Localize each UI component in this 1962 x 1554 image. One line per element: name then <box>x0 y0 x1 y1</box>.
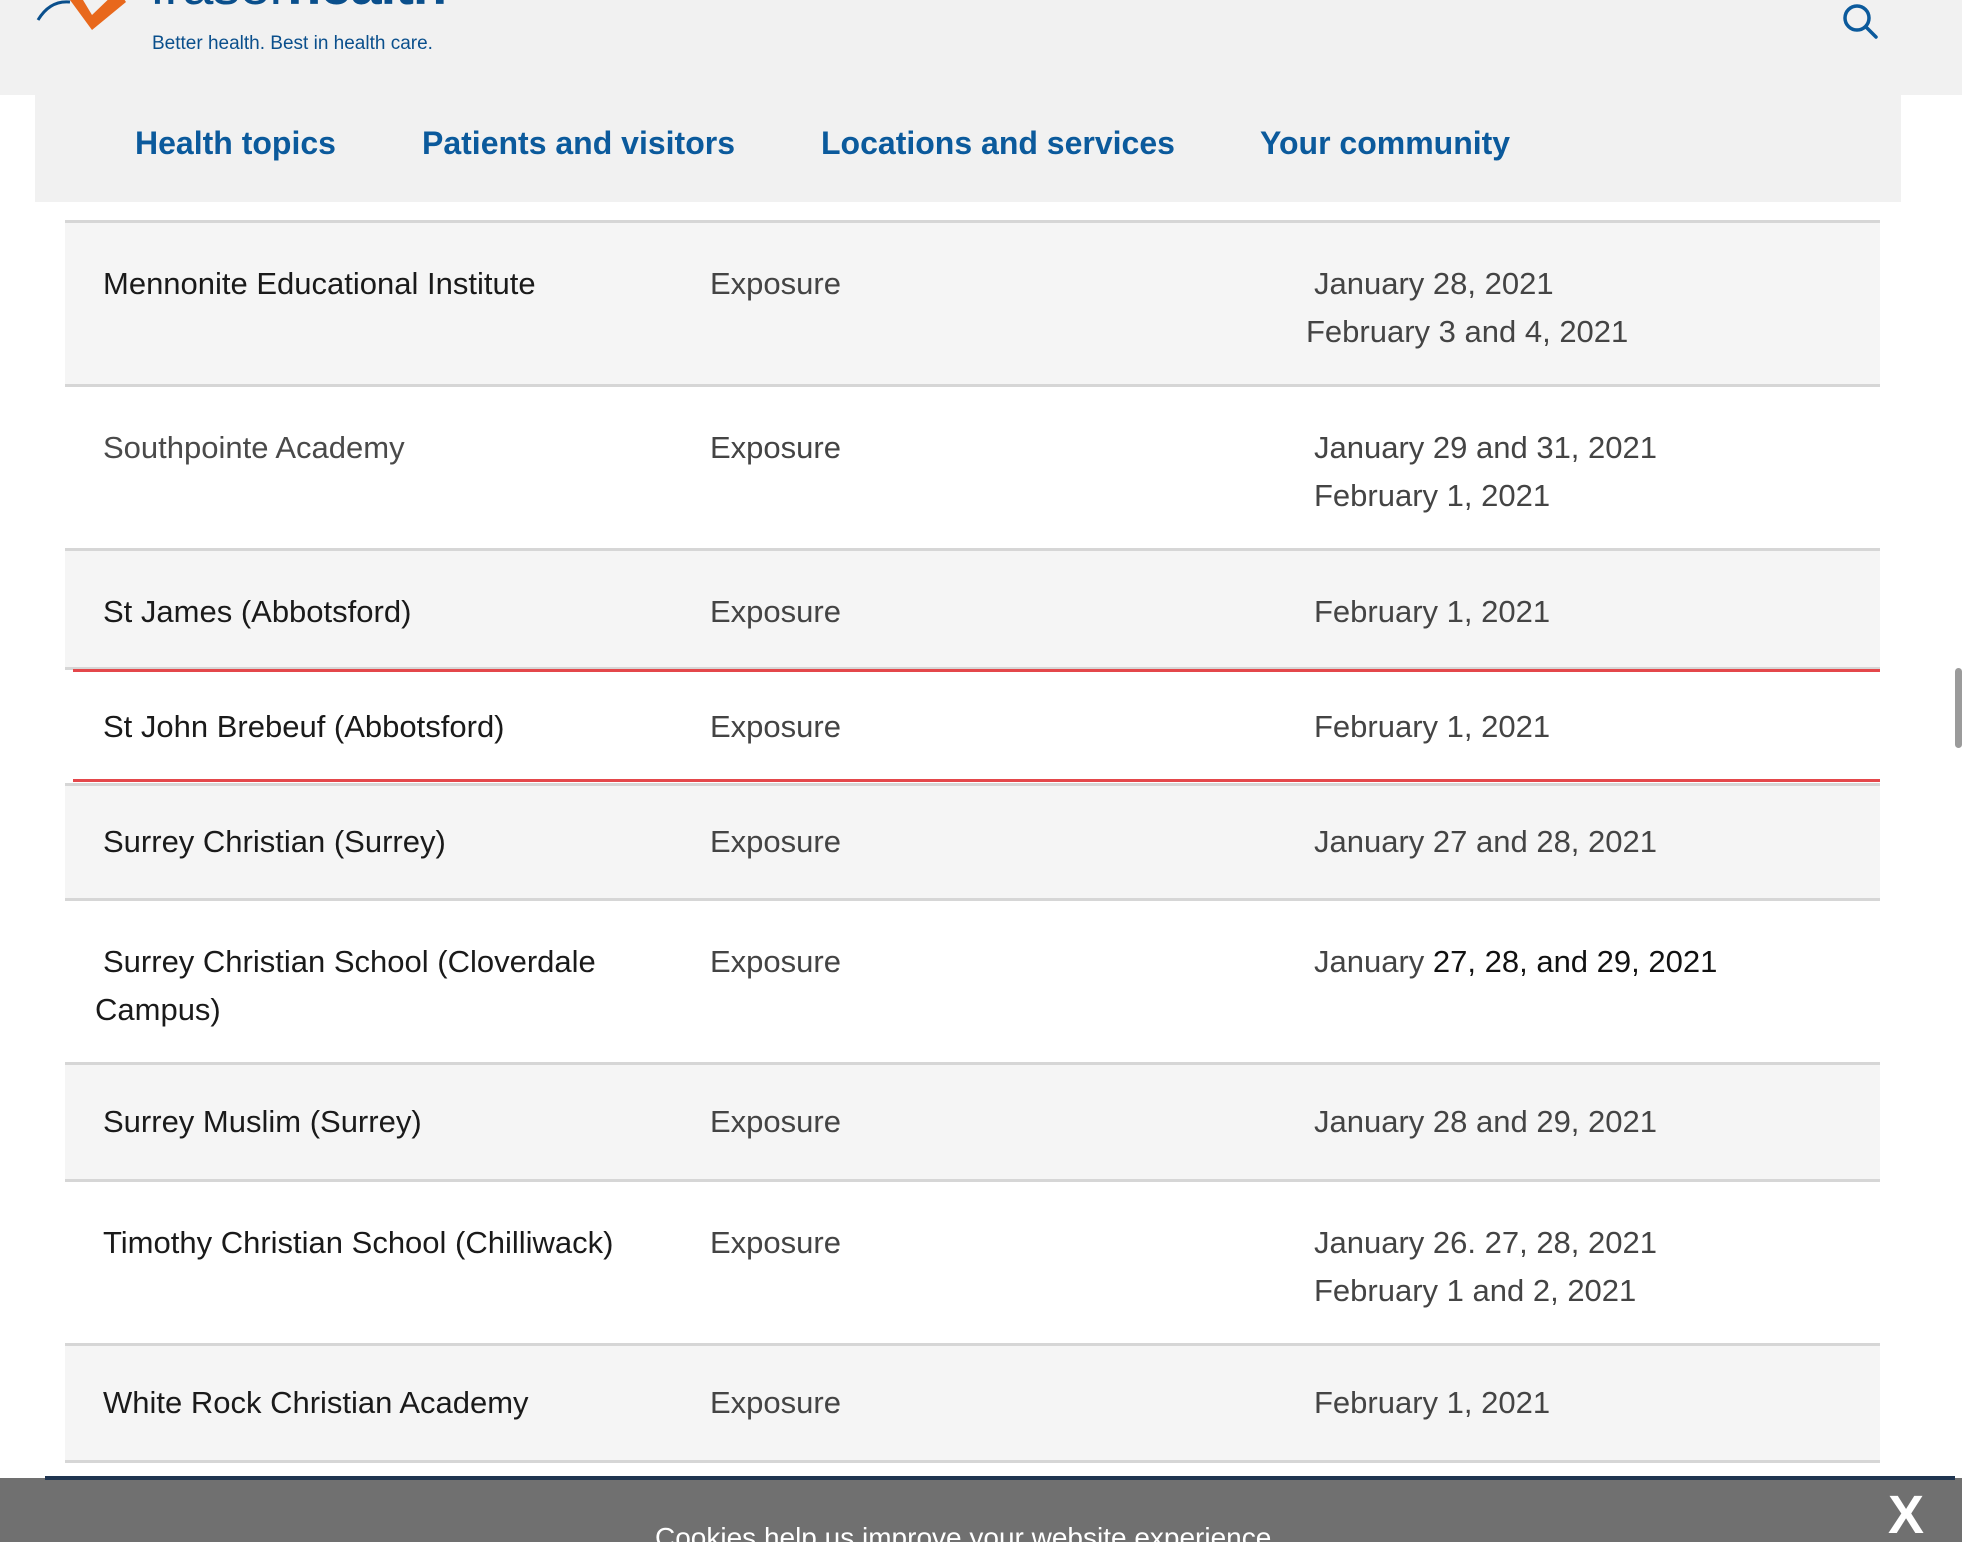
exposure-dates: January 28, 2021 February 3 and 4, 2021 <box>1306 260 1628 356</box>
exposure-dates: January 27 and 28, 2021 <box>1314 824 1657 859</box>
table-row: Southpointe Academy Exposure January 29 … <box>65 384 1880 548</box>
exposure-dates: February 1, 2021 <box>1314 594 1551 629</box>
main-nav: Health topics Patients and visitors Loca… <box>35 95 1901 202</box>
school-name: Mennonite Educational Institute <box>103 266 536 301</box>
exposure-type: Exposure <box>710 824 841 859</box>
exposure-type: Exposure <box>710 709 841 744</box>
exposure-type: Exposure <box>710 1104 841 1139</box>
exposure-dates: January 26. 27, 28, 2021 February 1 and … <box>1314 1219 1657 1315</box>
nav-item-health-topics[interactable]: Health topics <box>135 125 336 162</box>
exposure-type: Exposure <box>710 594 841 629</box>
exposure-dates: February 1, 2021 <box>1314 709 1551 744</box>
table-row: St James (Abbotsford) Exposure February … <box>65 548 1880 667</box>
dates-line-1: January 26. 27, 28, 2021 <box>1314 1225 1657 1260</box>
logo-wordmark: fraserhealth <box>150 0 447 17</box>
dates-line-1: January 28, 2021 <box>1314 266 1554 301</box>
school-name: Surrey Christian School (Cloverdale Camp… <box>95 938 655 1034</box>
cookie-banner-text: Cookies help us improve your website exp… <box>655 1522 1280 1553</box>
table-row: Surrey Christian (Surrey) Exposure Janua… <box>65 783 1880 898</box>
exposure-dates: January 28 and 29, 2021 <box>1314 1104 1657 1139</box>
school-name: Surrey Muslim (Surrey) <box>103 1104 422 1139</box>
table-row: White Rock Christian Academy Exposure Fe… <box>65 1343 1880 1463</box>
school-name: Timothy Christian School (Chilliwack) <box>103 1225 614 1260</box>
row-highlight-top <box>73 669 1880 672</box>
table-row: Surrey Christian School (Cloverdale Camp… <box>65 898 1880 1062</box>
cookie-banner-border <box>45 1476 1955 1480</box>
dates-rest: 27, 28, and 29, 2021 <box>1424 944 1718 979</box>
school-name: St James (Abbotsford) <box>103 594 412 629</box>
cookie-close-button[interactable]: X <box>1888 1484 1924 1546</box>
exposure-dates: February 1, 2021 <box>1314 1385 1551 1420</box>
dates-line-2: February 1 and 2, 2021 <box>1314 1273 1637 1308</box>
table-row: Mennonite Educational Institute Exposure… <box>65 220 1880 384</box>
site-header: fraserhealth Better health. Best in heal… <box>0 0 1962 95</box>
school-name-line-2: Campus) <box>95 992 221 1027</box>
dates-line-1: January 29 and 31, 2021 <box>1314 430 1657 465</box>
dates-prefix: January <box>1314 944 1425 979</box>
school-name-line-1: Surrey Christian School (Cloverdale <box>103 944 596 979</box>
school-name: Surrey Christian (Surrey) <box>103 824 446 859</box>
exposure-type: Exposure <box>710 266 841 301</box>
search-button[interactable] <box>1840 0 1880 40</box>
exposure-type: Exposure <box>710 1385 841 1420</box>
exposure-type: Exposure <box>710 430 841 465</box>
nav-item-locations-and-services[interactable]: Locations and services <box>821 125 1175 162</box>
school-name: Southpointe Academy <box>103 430 405 465</box>
dates-line-2: February 1, 2021 <box>1314 478 1551 513</box>
exposure-dates: January 29 and 31, 2021 February 1, 2021 <box>1314 424 1657 520</box>
dates-line-2: February 3 and 4, 2021 <box>1306 314 1629 349</box>
row-highlight-bottom <box>73 779 1880 782</box>
exposure-type: Exposure <box>710 944 841 979</box>
search-icon <box>1843 4 1878 39</box>
nav-item-patients-and-visitors[interactable]: Patients and visitors <box>422 125 735 162</box>
exposure-dates: January 27, 28, and 29, 2021 <box>1314 938 1717 986</box>
school-name: St John Brebeuf (Abbotsford) <box>103 709 505 744</box>
logo-mark-icon <box>36 0 126 30</box>
nav-item-your-community[interactable]: Your community <box>1260 125 1510 162</box>
exposure-type: Exposure <box>710 1225 841 1260</box>
school-name: White Rock Christian Academy <box>103 1385 529 1420</box>
scrollbar-thumb[interactable] <box>1955 668 1962 748</box>
logo-tagline: Better health. Best in health care. <box>152 33 433 54</box>
table-row: Timothy Christian School (Chilliwack) Ex… <box>65 1179 1880 1343</box>
table-row-highlighted: St John Brebeuf (Abbotsford) Exposure Fe… <box>65 667 1880 783</box>
table-row: Surrey Muslim (Surrey) Exposure January … <box>65 1062 1880 1179</box>
